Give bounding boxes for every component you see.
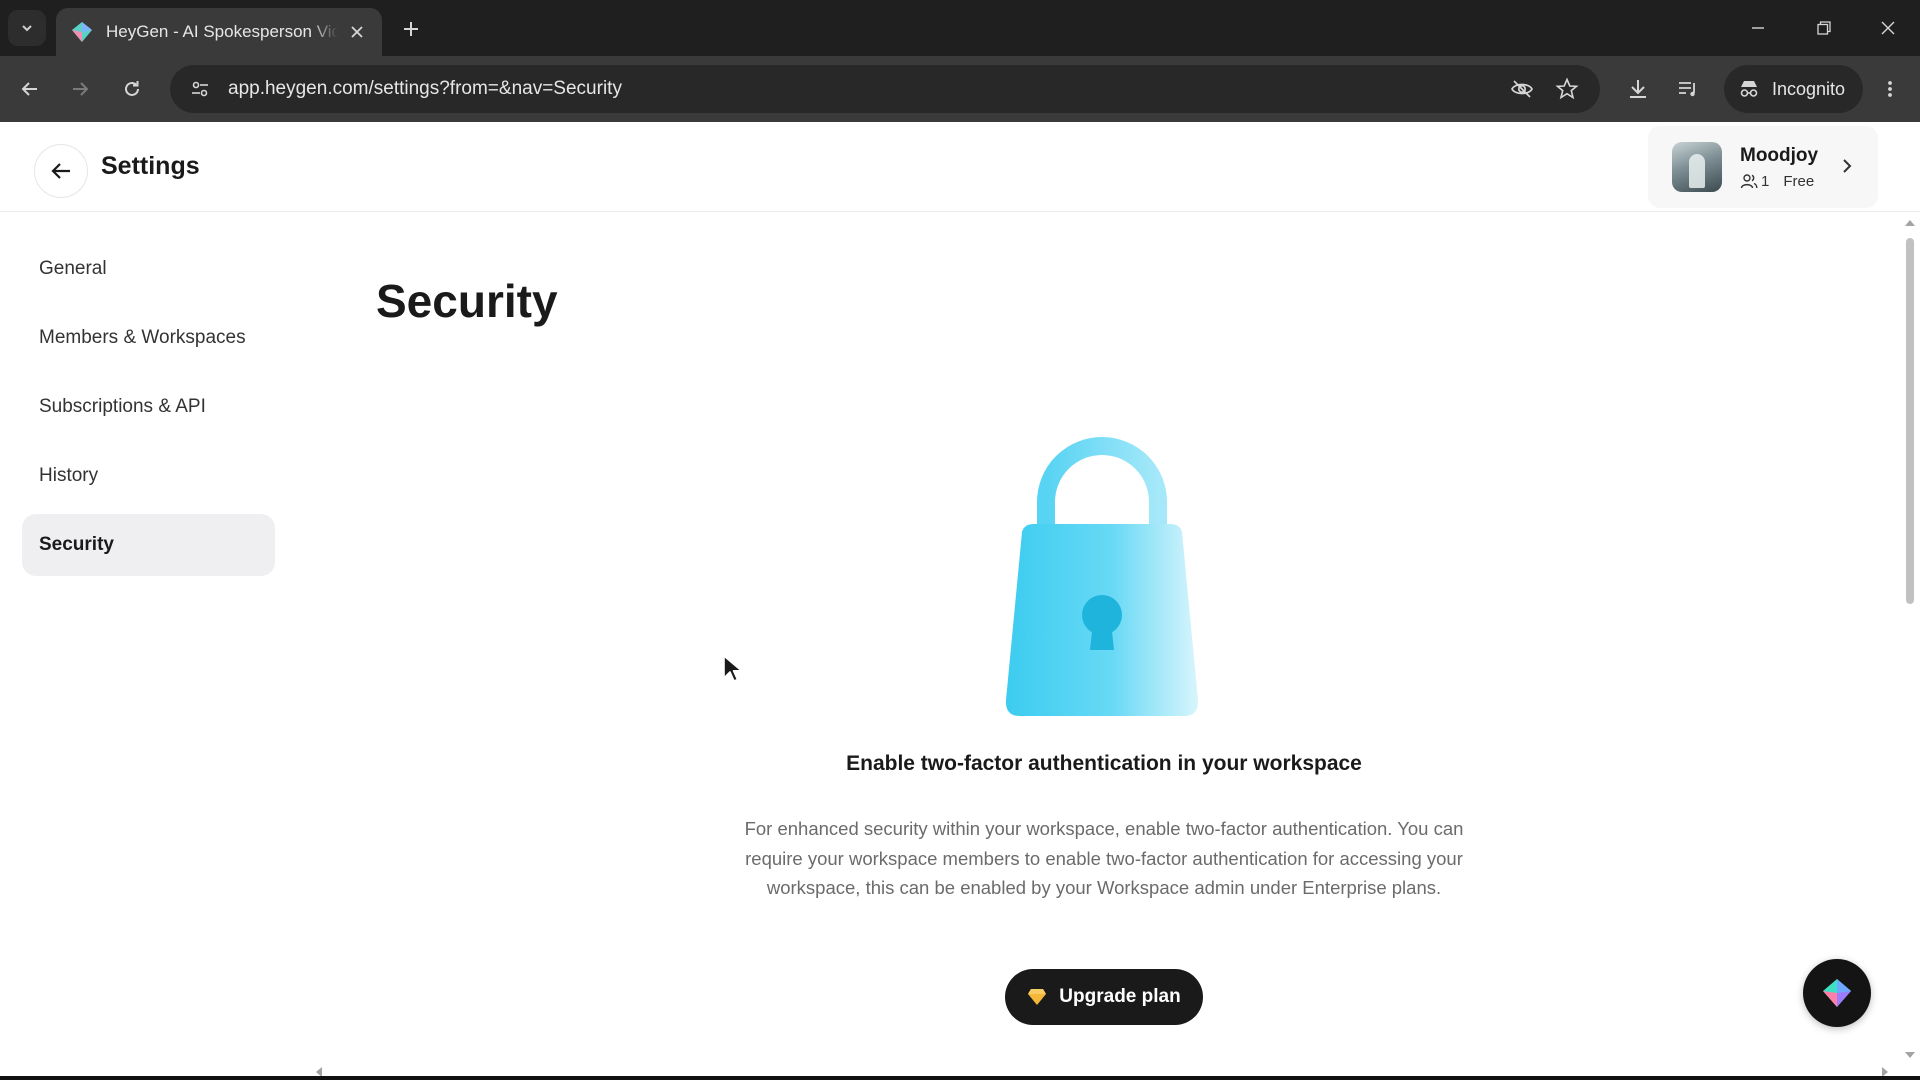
upgrade-plan-button[interactable]: Upgrade plan: [1005, 969, 1203, 1025]
diamond-icon: [1028, 989, 1047, 1005]
vertical-scrollbar[interactable]: [1900, 212, 1920, 1064]
account-meta: 1 Free: [1740, 173, 1818, 190]
restore-button[interactable]: [1806, 12, 1842, 44]
settings-header: Settings Moodjoy 1 Free: [0, 122, 1920, 212]
browser-back-button[interactable]: [14, 73, 46, 105]
section-title: Security: [376, 275, 558, 327]
plan-badge: Free: [1783, 172, 1815, 190]
star-icon: [1555, 77, 1579, 100]
scrollbar-thumb[interactable]: [1906, 238, 1914, 604]
address-bar[interactable]: app.heygen.com/settings?from=&nav=Securi…: [170, 65, 1600, 113]
arrow-left-icon: [51, 163, 70, 179]
browser-menu-button[interactable]: [1874, 73, 1906, 105]
member-count-value: 1: [1761, 172, 1770, 190]
minimize-button[interactable]: [1740, 12, 1776, 44]
bottom-edge: [0, 1076, 1920, 1080]
media-icon: [1679, 82, 1695, 97]
more-vert-icon: [1888, 81, 1892, 97]
site-settings-button[interactable]: [180, 79, 220, 99]
tab-search-button[interactable]: [8, 10, 46, 46]
new-tab-button[interactable]: [396, 14, 426, 44]
chevron-right-icon: [1843, 159, 1852, 173]
sidebar-item-history[interactable]: History: [22, 445, 275, 507]
account-name: Moodjoy: [1740, 144, 1819, 166]
browser-tabstrip: HeyGen - AI Spokesperson Video: [0, 0, 1920, 56]
window-close-icon: [1881, 21, 1895, 35]
browser-toolbar: app.heygen.com/settings?from=&nav=Securi…: [0, 56, 1920, 122]
incognito-indicator[interactable]: Incognito: [1724, 65, 1864, 113]
plus-icon: [404, 22, 418, 36]
tracking-protection-button[interactable]: [1508, 75, 1536, 103]
mouse-cursor-icon: [723, 655, 743, 682]
forward-arrow-icon: [73, 82, 89, 96]
reload-icon: [125, 81, 139, 96]
heygen-favicon-icon: [72, 22, 92, 42]
heygen-assistant-button[interactable]: [1803, 959, 1871, 1027]
account-switcher[interactable]: Moodjoy 1 Free: [1648, 126, 1878, 208]
downloads-button[interactable]: [1622, 73, 1654, 105]
browser-forward-button[interactable]: [64, 73, 96, 105]
incognito-icon: [1740, 81, 1758, 97]
back-arrow-icon: [21, 82, 37, 96]
heygen-logo-icon: [1823, 979, 1851, 1007]
tab-close-button[interactable]: [346, 21, 368, 43]
media-controls-button[interactable]: [1672, 73, 1704, 105]
incognito-label: Incognito: [1772, 78, 1846, 99]
minimize-icon: [1752, 27, 1764, 29]
avatar: [1672, 142, 1722, 192]
tab-title: HeyGen - AI Spokesperson Video: [106, 22, 338, 41]
scroll-up-arrow[interactable]: [1905, 220, 1915, 226]
sidebar-item-security[interactable]: Security: [22, 514, 275, 576]
download-icon: [1630, 80, 1646, 98]
settings-sidebar: General Members & Workspaces Subscriptio…: [22, 238, 275, 583]
site-settings-icon: [192, 81, 208, 97]
bookmark-button[interactable]: [1553, 75, 1581, 103]
browser-tab[interactable]: HeyGen - AI Spokesperson Video: [56, 8, 382, 56]
sidebar-item-members-workspaces[interactable]: Members & Workspaces: [22, 307, 275, 369]
lock-icon: [1005, 437, 1199, 716]
member-count: 1: [1740, 173, 1769, 190]
feature-description: For enhanced security within your worksp…: [744, 818, 1464, 898]
tab-search-icon: [22, 25, 32, 32]
restore-icon: [1817, 21, 1831, 35]
window-close-button[interactable]: [1870, 12, 1906, 44]
sidebar-item-subscriptions-api[interactable]: Subscriptions & API: [22, 376, 275, 438]
users-icon: [1740, 174, 1758, 189]
account-info: Moodjoy 1 Free: [1740, 145, 1818, 190]
feature-heading: Enable two-factor authentication in your…: [846, 752, 1362, 775]
reload-button[interactable]: [116, 73, 148, 105]
page-title: Settings: [101, 152, 200, 180]
scroll-down-arrow[interactable]: [1905, 1052, 1915, 1058]
url-text: app.heygen.com/settings?from=&nav=Securi…: [228, 78, 622, 99]
upgrade-plan-label: Upgrade plan: [1059, 986, 1181, 1007]
settings-back-button[interactable]: [34, 144, 88, 198]
eye-off-icon: [1511, 80, 1533, 98]
sidebar-item-general[interactable]: General: [22, 238, 275, 300]
close-icon: [351, 26, 363, 38]
